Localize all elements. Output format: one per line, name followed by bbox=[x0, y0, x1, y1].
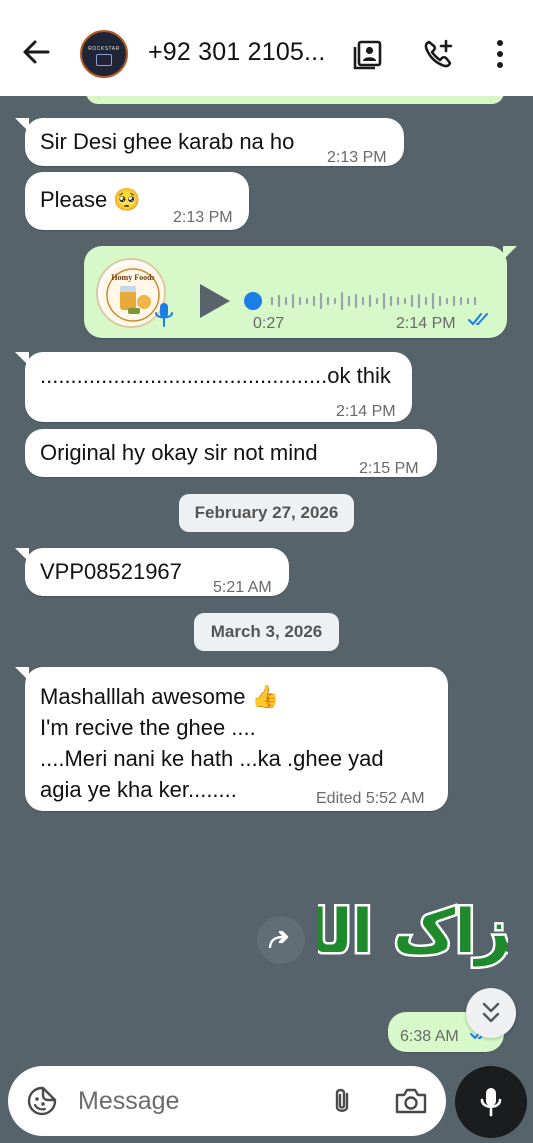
message-text: Sir Desi ghee karab na ho bbox=[40, 129, 295, 154]
message-input[interactable] bbox=[78, 1084, 318, 1118]
camera-icon[interactable] bbox=[394, 1085, 428, 1117]
emoji-sticker-icon[interactable] bbox=[26, 1085, 58, 1117]
message-line: ....Meri nani ke hath ...ka .ghee yad bbox=[40, 746, 384, 771]
chat-area[interactable]: Sir Desi ghee karab na ho 2:13 PM Please… bbox=[0, 96, 533, 1066]
previous-message-edge bbox=[86, 96, 504, 104]
more-menu-icon[interactable] bbox=[484, 38, 516, 70]
forward-icon bbox=[268, 930, 289, 949]
message-text: Original hy okay sir not mind bbox=[40, 440, 318, 465]
voice-mic-icon bbox=[155, 303, 173, 327]
voice-progress-handle[interactable] bbox=[244, 292, 262, 310]
chat-header: ROCKSTAR +92 301 2105... bbox=[0, 0, 533, 96]
date-divider: March 3, 2026 bbox=[194, 613, 339, 651]
message-time: 2:14 PM bbox=[336, 403, 396, 420]
contact-avatar[interactable]: ROCKSTAR bbox=[80, 30, 128, 78]
message-time: 2:15 PM bbox=[359, 460, 419, 477]
microphone-icon bbox=[480, 1088, 502, 1117]
contact-card-icon[interactable] bbox=[352, 38, 384, 70]
date-divider: February 27, 2026 bbox=[179, 494, 354, 532]
add-call-icon[interactable] bbox=[422, 38, 454, 70]
read-receipt-icon bbox=[468, 313, 488, 325]
scroll-to-bottom-button[interactable] bbox=[466, 988, 516, 1038]
message-time: 6:38 AM bbox=[400, 1028, 459, 1045]
voice-message-bubble[interactable]: Homy Foods 0:27 2:14 PM bbox=[84, 246, 517, 338]
message-line: I'm recive the ghee .... bbox=[40, 715, 256, 740]
message-bubble-incoming[interactable]: Original hy okay sir not mind 2:15 PM bbox=[25, 429, 437, 477]
voice-duration: 0:27 bbox=[253, 315, 285, 332]
message-composer bbox=[8, 1066, 446, 1136]
message-line: Mashalllah awesome 👍 bbox=[40, 684, 279, 709]
voice-avatar-label: Homy Foods bbox=[111, 273, 154, 282]
voice-record-button[interactable] bbox=[455, 1066, 527, 1138]
message-bubble-incoming[interactable]: Please 🥺 2:13 PM bbox=[25, 172, 249, 230]
contact-name[interactable]: +92 301 2105... bbox=[148, 38, 325, 67]
message-time: 2:13 PM bbox=[173, 209, 233, 226]
message-bubble-incoming[interactable]: Mashalllah awesome 👍 I'm recive the ghee… bbox=[15, 667, 448, 811]
message-bubble-incoming[interactable]: VPP08521967 5:21 AM bbox=[15, 548, 289, 596]
message-time: Edited 5:52 AM bbox=[316, 790, 425, 807]
back-arrow-icon[interactable] bbox=[20, 36, 52, 68]
message-bubble-incoming[interactable]: ........................................… bbox=[15, 352, 412, 422]
play-button[interactable] bbox=[200, 284, 230, 318]
chevrons-down-icon bbox=[482, 1002, 500, 1023]
forward-button[interactable] bbox=[257, 916, 305, 964]
message-time: 5:21 AM bbox=[213, 579, 272, 596]
message-text: ........................................… bbox=[40, 363, 391, 388]
message-text: Please 🥺 bbox=[40, 187, 141, 212]
avatar-logo-icon bbox=[96, 54, 112, 66]
message-text: VPP08521967 bbox=[40, 559, 182, 584]
sticker-text: جزاک اللہ bbox=[318, 897, 508, 967]
avatar-label: ROCKSTAR bbox=[88, 46, 120, 52]
paperclip-icon[interactable] bbox=[326, 1085, 358, 1117]
message-time: 2:13 PM bbox=[327, 149, 387, 166]
message-time: 2:14 PM bbox=[396, 315, 456, 332]
sticker-jazakallah[interactable]: جزاک اللہ bbox=[318, 854, 508, 984]
message-bubble-incoming[interactable]: Sir Desi ghee karab na ho 2:13 PM bbox=[15, 118, 404, 166]
